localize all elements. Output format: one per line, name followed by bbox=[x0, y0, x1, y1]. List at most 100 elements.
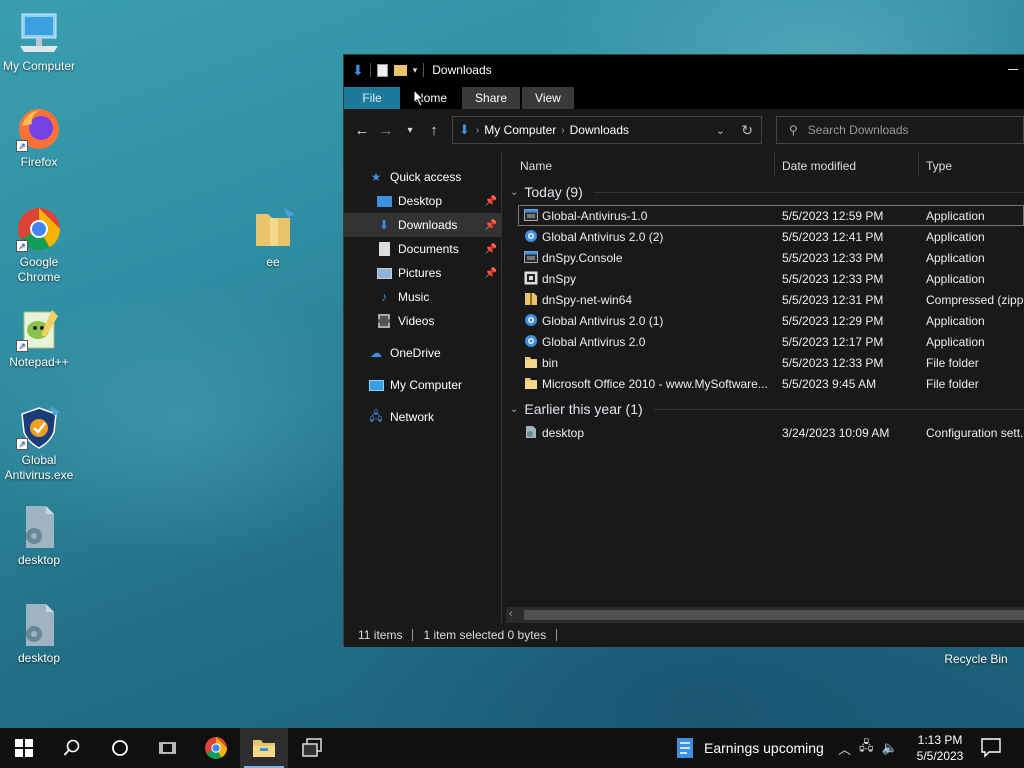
minimize-button[interactable] bbox=[1008, 69, 1018, 70]
file-date-modified: 5/5/2023 12:41 PM bbox=[782, 229, 884, 244]
cortana-button[interactable] bbox=[96, 728, 144, 768]
pin-icon[interactable]: 📌 bbox=[485, 268, 497, 279]
task-view-button[interactable] bbox=[144, 728, 192, 768]
mouse-cursor-icon bbox=[413, 89, 425, 107]
desktop-icon-firefox[interactable]: ↗ Firefox bbox=[0, 106, 78, 170]
nav-network[interactable]: 🖧 Network bbox=[344, 405, 501, 429]
breadcrumb-my-computer[interactable]: My Computer bbox=[484, 123, 556, 137]
file-groups: ⌄ Today (9) Global-Antivirus-1.0 5/5/2023 1… bbox=[502, 179, 1024, 443]
search-button[interactable] bbox=[48, 728, 96, 768]
taskbar-file-explorer[interactable] bbox=[240, 728, 288, 768]
file-name: Global Antivirus 2.0 (1) bbox=[542, 313, 664, 328]
column-name[interactable]: Name bbox=[520, 159, 552, 173]
desktop-icon-notepadpp[interactable]: ↗ Notepad++ bbox=[0, 306, 78, 370]
chevron-down-icon[interactable]: ⌄ bbox=[510, 187, 518, 198]
file-date-modified: 5/5/2023 12:33 PM bbox=[782, 271, 884, 286]
chevron-up-icon[interactable]: ︿ bbox=[838, 739, 851, 758]
notification-center-button[interactable] bbox=[980, 736, 1004, 760]
file-explorer-window: ⬇ ▾ Downloads File Home Share View ← → ▾… bbox=[343, 54, 1024, 647]
nav-quick-access[interactable]: ★ Quick access bbox=[344, 165, 501, 189]
forward-arrow-icon[interactable]: → bbox=[374, 122, 398, 139]
file-row[interactable]: bin 5/5/2023 12:33 PM File folder bbox=[502, 352, 1024, 373]
new-folder-icon[interactable] bbox=[393, 64, 407, 76]
tab-view[interactable]: View bbox=[522, 87, 574, 109]
file-date-modified: 5/5/2023 12:33 PM bbox=[782, 355, 884, 370]
pin-icon[interactable]: 📌 bbox=[485, 220, 497, 231]
desktop-icon-desktop-2[interactable]: desktop bbox=[0, 602, 78, 666]
file-type: Application bbox=[926, 250, 985, 265]
config-file-icon bbox=[16, 504, 62, 550]
file-date-modified: 5/5/2023 9:45 AM bbox=[782, 376, 877, 391]
config-file-icon bbox=[16, 602, 62, 648]
title-bar[interactable]: ⬇ ▾ Downloads bbox=[344, 55, 1024, 85]
taskbar-chrome[interactable] bbox=[192, 728, 240, 768]
setup-icon bbox=[524, 313, 538, 327]
group-header[interactable]: ⌄ Today (9) bbox=[502, 179, 1024, 205]
file-row[interactable]: Global Antivirus 2.0 5/5/2023 12:17 PM App… bbox=[502, 331, 1024, 352]
status-bar: 11 items 1 item selected 0 bytes bbox=[344, 623, 1024, 647]
properties-icon[interactable] bbox=[376, 63, 388, 77]
file-name: dnSpy bbox=[542, 271, 577, 286]
chevron-down-icon[interactable]: ▾ bbox=[413, 65, 418, 76]
file-row[interactable]: Global Antivirus 2.0 (1) 5/5/2023 12:29 P… bbox=[502, 310, 1024, 331]
column-date-modified[interactable]: Date modified bbox=[782, 159, 856, 173]
file-name: bin bbox=[542, 355, 559, 370]
file-row[interactable]: desktop 3/24/2023 10:09 AM Configuration s… bbox=[502, 422, 1024, 443]
volume-icon[interactable]: 🔈 bbox=[882, 740, 898, 756]
nav-videos[interactable]: Videos bbox=[344, 309, 501, 333]
up-arrow-icon[interactable]: ↑ bbox=[422, 122, 446, 139]
scroll-left-icon[interactable]: ‹ bbox=[509, 608, 513, 620]
nav-pictures[interactable]: Pictures 📌 bbox=[344, 261, 501, 285]
nav-documents[interactable]: Documents 📌 bbox=[344, 237, 501, 261]
news-widget[interactable]: Earnings upcoming bbox=[676, 728, 824, 768]
file-row[interactable]: dnSpy-net-win64 5/5/2023 12:31 PM Compress… bbox=[502, 289, 1024, 310]
horizontal-scrollbar[interactable]: ‹ bbox=[506, 607, 1024, 623]
file-row[interactable]: dnSpy.Console 5/5/2023 12:33 PM Applicatio… bbox=[502, 247, 1024, 268]
group-header[interactable]: ⌄ Earlier this year (1) bbox=[502, 396, 1024, 422]
pin-icon[interactable]: 📌 bbox=[485, 244, 497, 255]
chrome-icon: ↗ bbox=[16, 206, 62, 252]
recent-locations-chevron-icon[interactable]: ▾ bbox=[398, 125, 422, 136]
shortcut-arrow-icon: ↗ bbox=[16, 438, 28, 450]
file-type: Application bbox=[926, 334, 985, 349]
file-row[interactable]: Global Antivirus 2.0 (2) 5/5/2023 12:41 P… bbox=[502, 226, 1024, 247]
chevron-down-icon[interactable]: ⌄ bbox=[510, 404, 518, 415]
nav-desktop[interactable]: Desktop 📌 bbox=[344, 189, 501, 213]
search-box[interactable]: ⚲ Search Downloads bbox=[776, 116, 1024, 144]
file-row[interactable]: dnSpy 5/5/2023 12:33 PM Application bbox=[502, 268, 1024, 289]
breadcrumb-downloads[interactable]: Downloads bbox=[570, 123, 629, 137]
taskbar-app-windows[interactable] bbox=[288, 728, 336, 768]
tab-file[interactable]: File bbox=[344, 87, 400, 109]
tab-share[interactable]: Share bbox=[462, 87, 521, 109]
back-arrow-icon[interactable]: ← bbox=[350, 122, 374, 139]
desktop-icon-ee-folder[interactable]: ee bbox=[234, 206, 312, 270]
start-button[interactable] bbox=[0, 728, 48, 768]
address-bar[interactable]: ⬇ › My Computer › Downloads ⌄ ↻ bbox=[452, 116, 762, 144]
desktop-icon-desktop-1[interactable]: desktop bbox=[0, 504, 78, 568]
nav-music[interactable]: ♪ Music bbox=[344, 285, 501, 309]
scrollbar-thumb[interactable] bbox=[524, 610, 1024, 620]
clock[interactable]: 1:13 PM 5/5/2023 bbox=[905, 732, 975, 764]
file-name: dnSpy-net-win64 bbox=[542, 292, 633, 307]
breadcrumb-chevron-icon[interactable]: › bbox=[561, 125, 564, 136]
network-icon[interactable]: 🖧 bbox=[859, 737, 874, 759]
news-icon bbox=[677, 738, 693, 758]
file-row[interactable]: Global-Antivirus-1.0 5/5/2023 12:59 PM App… bbox=[518, 205, 1024, 226]
desktop-icon-global-antivirus[interactable]: ↗ Global Antivirus.exe bbox=[0, 404, 78, 483]
address-dropdown-icon[interactable]: ⌄ bbox=[716, 124, 725, 137]
folder-icon bbox=[250, 206, 296, 252]
breadcrumb-chevron-icon[interactable]: › bbox=[476, 125, 479, 136]
desktop-icon-my-computer[interactable]: My Computer bbox=[0, 10, 78, 74]
file-row[interactable]: Microsoft Office 2010 - www.MySoftware..… bbox=[502, 373, 1024, 394]
desktop-icon-recycle-bin[interactable]: Recycle Bin bbox=[936, 652, 1016, 667]
pin-icon[interactable]: 📌 bbox=[485, 196, 497, 207]
notification-icon bbox=[981, 738, 1001, 758]
refresh-icon[interactable]: ↻ bbox=[741, 122, 753, 139]
column-type[interactable]: Type bbox=[926, 159, 952, 173]
group-label: Earlier this year (1) bbox=[524, 401, 643, 417]
nav-my-computer[interactable]: My Computer bbox=[344, 373, 501, 397]
desktop-icon-chrome[interactable]: ↗ Google Chrome bbox=[0, 206, 78, 285]
tab-home[interactable]: Home bbox=[402, 87, 460, 109]
nav-onedrive[interactable]: ☁ OneDrive bbox=[344, 341, 501, 365]
nav-downloads[interactable]: ⬇ Downloads 📌 bbox=[344, 213, 501, 237]
